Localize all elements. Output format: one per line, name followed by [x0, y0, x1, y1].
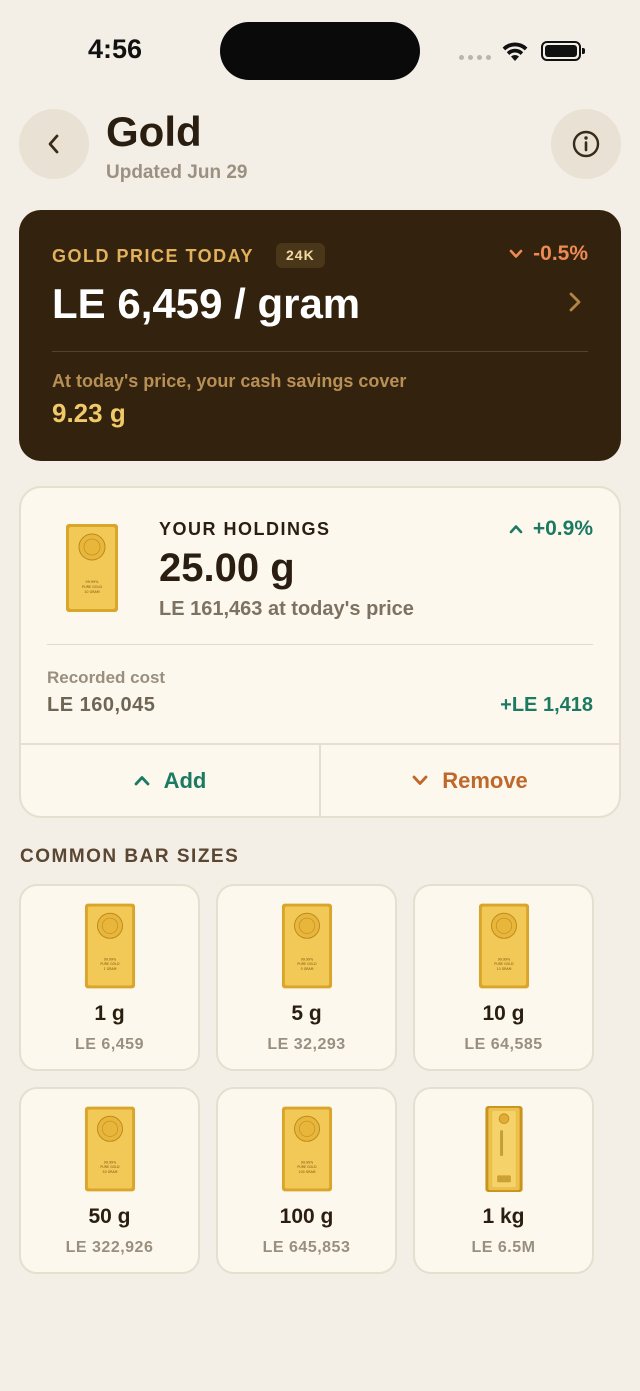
bar-tile-10g[interactable]: 99.99% PURE GOLD 10 GRAM 10 g LE 64,585	[413, 884, 594, 1071]
bar-weight: 1 kg	[482, 1205, 525, 1228]
bar-weight: 10 g	[482, 1002, 525, 1025]
price-change: -0.5%	[509, 242, 588, 266]
info-icon	[572, 130, 600, 158]
bar-price: LE 6,459	[75, 1036, 144, 1053]
updated-date: Updated Jun 29	[106, 162, 248, 183]
bar-mass-text: 100 GRAM	[298, 1170, 315, 1174]
holdings-label: YOUR HOLDINGS	[159, 519, 331, 539]
divider	[47, 644, 593, 645]
holdings-market-value: LE 161,463 at today's price	[159, 598, 414, 620]
bar-weight: 50 g	[88, 1205, 131, 1228]
bar-mass-text: 50 GRAM	[102, 1170, 117, 1174]
info-button[interactable]	[551, 109, 621, 179]
bar-purity-text: 99.99%	[300, 957, 312, 961]
gold-bar-icon: 99.99% PURE GOLD 5 GRAM	[281, 903, 332, 989]
gold-bar-icon: 99.99% PURE GOLD 100 GRAM	[281, 1106, 332, 1192]
chevron-right-icon[interactable]	[569, 292, 581, 312]
bar-mass-text: 10 GRAM	[84, 590, 100, 594]
status-time: 4:56	[88, 34, 143, 64]
holdings-actions: Add Remove	[21, 743, 619, 816]
bar-price: LE 64,585	[464, 1036, 543, 1053]
back-button[interactable]	[19, 109, 89, 179]
price-label: GOLD PRICE TODAY	[52, 246, 255, 266]
bar-purity-text: 99.99%	[103, 957, 115, 961]
bar-mass-text: 1 GRAM	[103, 967, 116, 971]
bar-mass-text: 10 GRAM	[496, 967, 511, 971]
holdings-change-value: +0.9%	[532, 517, 593, 540]
holdings-change: +0.9%	[509, 517, 593, 541]
bar-metal-text: PURE GOLD	[297, 962, 317, 966]
cellular-signal-icon	[459, 55, 491, 60]
wifi-icon	[502, 42, 528, 61]
bar-metal-text: PURE GOLD	[297, 1165, 317, 1169]
remove-button[interactable]: Remove	[321, 745, 619, 816]
remove-label: Remove	[442, 767, 528, 793]
bar-purity-text: 99.99%	[300, 1160, 312, 1164]
gold-bar-icon: 99.99% PURE GOLD 10 GRAM	[478, 903, 529, 989]
bar-mass-text: 5 GRAM	[300, 967, 313, 971]
gain-value: +LE 1,418	[500, 694, 593, 716]
gold-bar-icon: 99.99% PURE GOLD 50 GRAM	[84, 1106, 135, 1192]
bar-metal-text: PURE GOLD	[82, 585, 102, 589]
bar-sizes-grid: 99.99% PURE GOLD 1 GRAM 1 g LE 6,459 99.…	[19, 884, 594, 1274]
bar-weight: 100 g	[279, 1205, 334, 1228]
bar-metal-text: PURE GOLD	[100, 1165, 120, 1169]
recorded-cost-label: Recorded cost	[47, 668, 166, 687]
bar-tile-1g[interactable]: 99.99% PURE GOLD 1 GRAM 1 g LE 6,459	[19, 884, 200, 1071]
bar-metal-text: PURE GOLD	[494, 962, 514, 966]
bar-price: LE 32,293	[267, 1036, 346, 1053]
page-title: Gold	[106, 108, 202, 155]
section-title: COMMON BAR SIZES	[20, 846, 240, 867]
recorded-cost-value: LE 160,045	[47, 694, 156, 716]
karat-badge: 24K	[276, 243, 325, 268]
chevron-up-icon	[134, 776, 150, 786]
price-change-value: -0.5%	[533, 242, 588, 265]
status-bar: 4:56	[0, 0, 640, 100]
bar-tile-50g[interactable]: 99.99% PURE GOLD 50 GRAM 50 g LE 322,926	[19, 1087, 200, 1274]
bar-weight: 5 g	[291, 1002, 322, 1025]
bar-tile-5g[interactable]: 99.99% PURE GOLD 5 GRAM 5 g LE 32,293	[216, 884, 397, 1071]
gold-bar-icon: 99.99% PURE GOLD 10 GRAM	[66, 524, 118, 612]
bar-purity-text: 99.99%	[86, 580, 100, 584]
bar-purity-text: 99.99%	[103, 1160, 115, 1164]
divider	[52, 351, 588, 352]
bar-price: LE 322,926	[65, 1239, 154, 1256]
chevron-down-icon	[509, 249, 523, 258]
savings-cover-value: 9.23 g	[52, 398, 126, 428]
savings-cover-label: At today's price, your cash savings cove…	[52, 371, 407, 391]
chevron-up-icon	[509, 525, 523, 534]
bar-tile-1kg[interactable]: 1 kg LE 6.5M	[413, 1087, 594, 1274]
battery-icon	[541, 41, 585, 61]
bar-price: LE 6.5M	[471, 1239, 536, 1256]
chevron-down-icon	[412, 775, 428, 785]
gold-bar-1kg-icon	[484, 1105, 523, 1193]
dynamic-island	[220, 22, 420, 80]
gold-bar-icon: 99.99% PURE GOLD 1 GRAM	[84, 903, 135, 989]
bar-tile-100g[interactable]: 99.99% PURE GOLD 100 GRAM 100 g LE 645,8…	[216, 1087, 397, 1274]
bar-weight: 1 g	[94, 1002, 125, 1025]
bar-metal-text: PURE GOLD	[100, 962, 120, 966]
bar-purity-text: 99.99%	[497, 957, 509, 961]
chevron-left-icon	[48, 134, 59, 154]
holdings-weight: 25.00 g	[159, 546, 295, 590]
holdings-card: 99.99% PURE GOLD 10 GRAM YOUR HOLDINGS +…	[19, 486, 621, 818]
add-button[interactable]: Add	[21, 745, 321, 816]
price-per-gram: LE 6,459 / gram	[52, 280, 361, 327]
add-label: Add	[163, 767, 207, 793]
bar-price: LE 645,853	[262, 1239, 351, 1256]
gold-price-card[interactable]: GOLD PRICE TODAY 24K -0.5% LE 6,459 / gr…	[19, 210, 621, 461]
